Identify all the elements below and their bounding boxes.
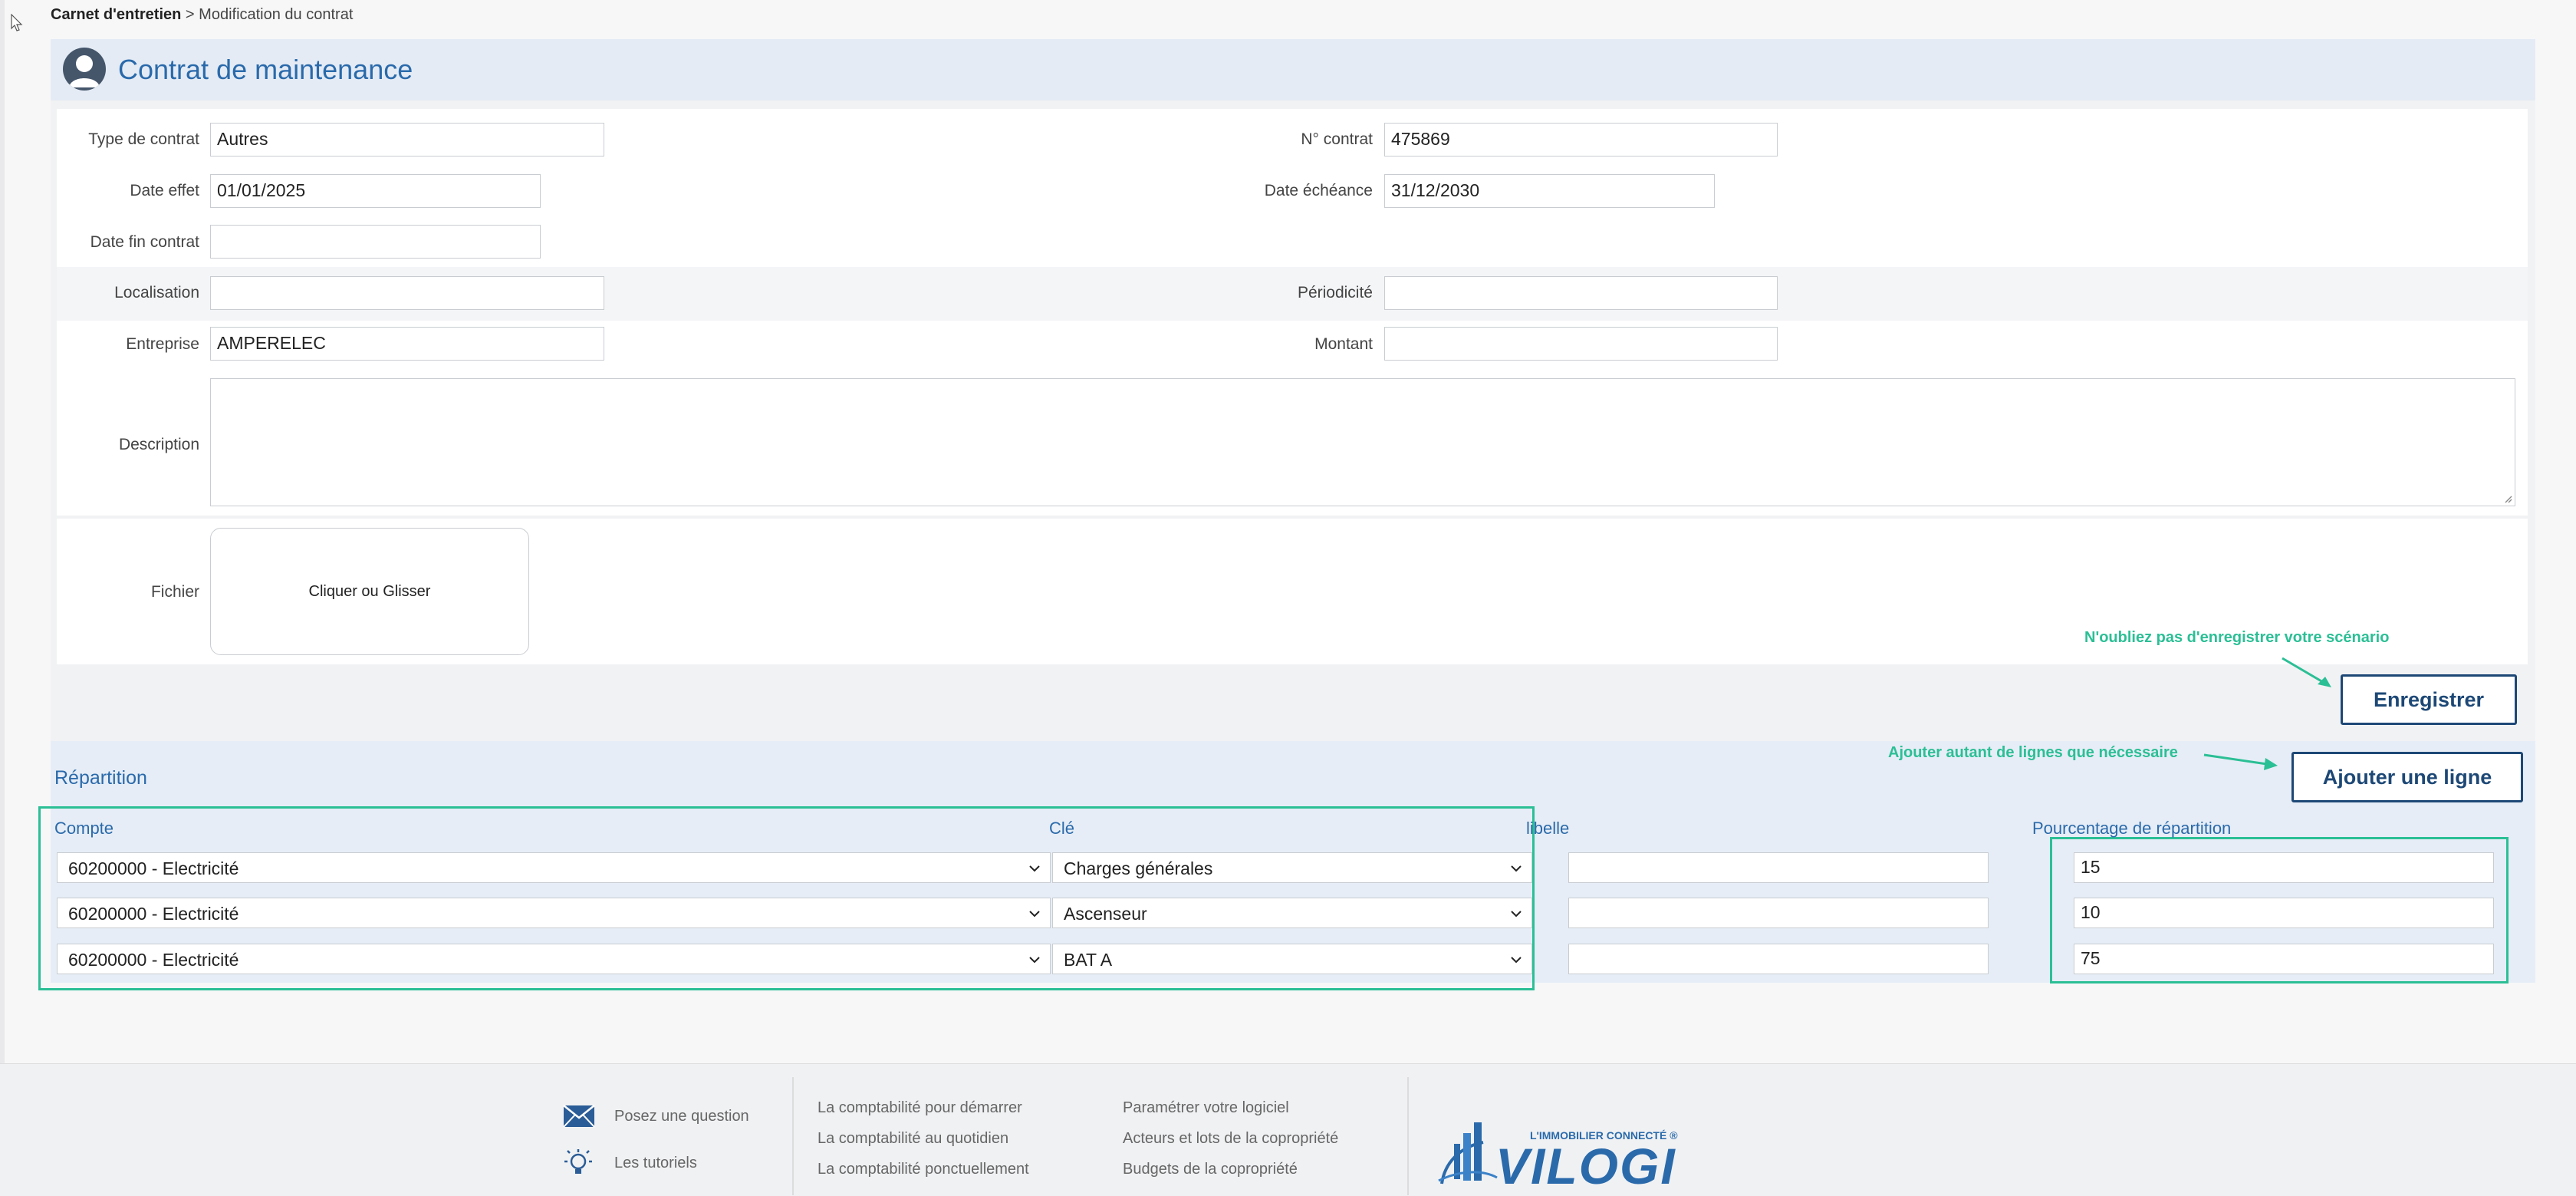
col-head-libelle: libelle [1526, 819, 1570, 838]
col-head-compte: Compte [54, 819, 114, 838]
type-contrat-input[interactable]: Autres [210, 123, 604, 157]
chevron-down-icon [1511, 957, 1522, 964]
date-effet-label: Date effet [130, 182, 199, 199]
montant-input[interactable] [1384, 327, 1778, 361]
localisation-label: Localisation [114, 284, 199, 301]
footer-link[interactable]: Acteurs et lots de la copropriété [1123, 1130, 1338, 1148]
footer-link[interactable]: La comptabilité ponctuellement [818, 1161, 1029, 1178]
pourcentage-input[interactable]: 15 [2074, 852, 2494, 883]
compte-select-value: 60200000 - Electricité [68, 858, 239, 878]
cle-select-value: Ascenseur [1064, 904, 1147, 924]
date-echeance-label: Date échéance [1264, 182, 1373, 199]
description-label: Description [118, 436, 199, 453]
periodicite-input[interactable] [1384, 276, 1778, 310]
footer-link[interactable]: Paramétrer votre logiciel [1123, 1099, 1289, 1117]
footer-help-question[interactable]: Posez une question [614, 1108, 749, 1125]
footer-link[interactable]: Budgets de la copropriété [1123, 1161, 1298, 1178]
cle-select-value: Charges générales [1064, 858, 1213, 878]
entreprise-input[interactable]: AMPERELEC [210, 327, 604, 361]
compte-select[interactable]: 60200000 - Electricité [57, 898, 1051, 928]
compte-select[interactable]: 60200000 - Electricité [57, 944, 1051, 974]
type-contrat-label: Type de contrat [88, 130, 199, 148]
cle-select-value: BAT A [1064, 950, 1113, 970]
cle-select[interactable]: BAT A [1052, 944, 1532, 974]
pourcentage-input[interactable]: 10 [2074, 898, 2494, 928]
save-hint-arrow-icon [2282, 657, 2331, 687]
date-effet-input[interactable]: 01/01/2025 [210, 174, 541, 208]
chevron-down-icon [1029, 865, 1040, 872]
cle-select[interactable]: Ascenseur [1052, 898, 1532, 928]
footer-divider [792, 1077, 794, 1195]
pourcentage-input[interactable]: 75 [2074, 944, 2494, 974]
description-textarea[interactable] [210, 378, 2515, 506]
fichier-label: Fichier [150, 583, 199, 601]
footer-link[interactable]: La comptabilité pour démarrer [818, 1099, 1022, 1117]
footer-link[interactable]: La comptabilité au quotidien [818, 1130, 1008, 1148]
localisation-input[interactable] [210, 276, 604, 310]
compte-select[interactable]: 60200000 - Electricité [57, 852, 1051, 883]
date-echeance-input[interactable]: 31/12/2030 [1384, 174, 1715, 208]
mouse-cursor-icon [11, 14, 23, 31]
col-head-pourcentage: Pourcentage de répartition [2032, 819, 2232, 838]
file-dropzone[interactable]: Cliquer ou Glisser [210, 528, 529, 655]
footer-help-tutorials[interactable]: Les tutoriels [614, 1155, 697, 1172]
breadcrumb: Carnet d'entretien > Modification du con… [51, 6, 353, 24]
repartition-title: Répartition [54, 767, 147, 789]
montant-label: Montant [1314, 335, 1373, 353]
breadcrumb-current: Modification du contrat [199, 6, 354, 23]
compte-select-value: 60200000 - Electricité [68, 904, 239, 924]
date-fin-input[interactable] [210, 225, 541, 259]
libelle-input[interactable] [1568, 944, 1989, 974]
add-line-hint-arrow-icon [2203, 753, 2278, 770]
num-contrat-input[interactable]: 475869 [1384, 123, 1778, 157]
periodicite-label: Périodicité [1297, 284, 1373, 301]
num-contrat-label: N° contrat [1301, 130, 1373, 148]
add-line-hint: Ajouter autant de lignes que nécessaire [1888, 744, 2178, 761]
entreprise-label: Entreprise [126, 335, 199, 353]
avatar-icon [63, 48, 106, 91]
libelle-input[interactable] [1568, 852, 1989, 883]
breadcrumb-root[interactable]: Carnet d'entretien [51, 6, 181, 23]
window-edge [0, 0, 5, 1195]
libelle-input[interactable] [1568, 898, 1989, 928]
save-button[interactable]: Enregistrer [2341, 674, 2517, 725]
page-title: Contrat de maintenance [118, 54, 413, 85]
cle-select[interactable]: Charges générales [1052, 852, 1532, 883]
chevron-down-icon [1029, 911, 1040, 918]
resize-handle-icon[interactable] [2503, 494, 2512, 503]
envelope-icon [563, 1105, 595, 1128]
vilogi-logo-icon [1438, 1122, 1498, 1184]
col-head-cle: Clé [1049, 819, 1075, 838]
brand-name: VILOGI [1495, 1138, 1676, 1194]
breadcrumb-separator: > [185, 6, 195, 23]
compte-select-value: 60200000 - Electricité [68, 950, 239, 970]
chevron-down-icon [1511, 865, 1522, 872]
lightbulb-icon [564, 1149, 592, 1174]
title-bar [51, 39, 2535, 100]
date-fin-label: Date fin contrat [90, 233, 199, 251]
footer-divider [1407, 1077, 1409, 1195]
save-hint: N'oubliez pas d'enregistrer votre scénar… [2084, 629, 2390, 646]
chevron-down-icon [1511, 911, 1522, 918]
chevron-down-icon [1029, 957, 1040, 964]
add-line-button[interactable]: Ajouter une ligne [2291, 752, 2523, 802]
